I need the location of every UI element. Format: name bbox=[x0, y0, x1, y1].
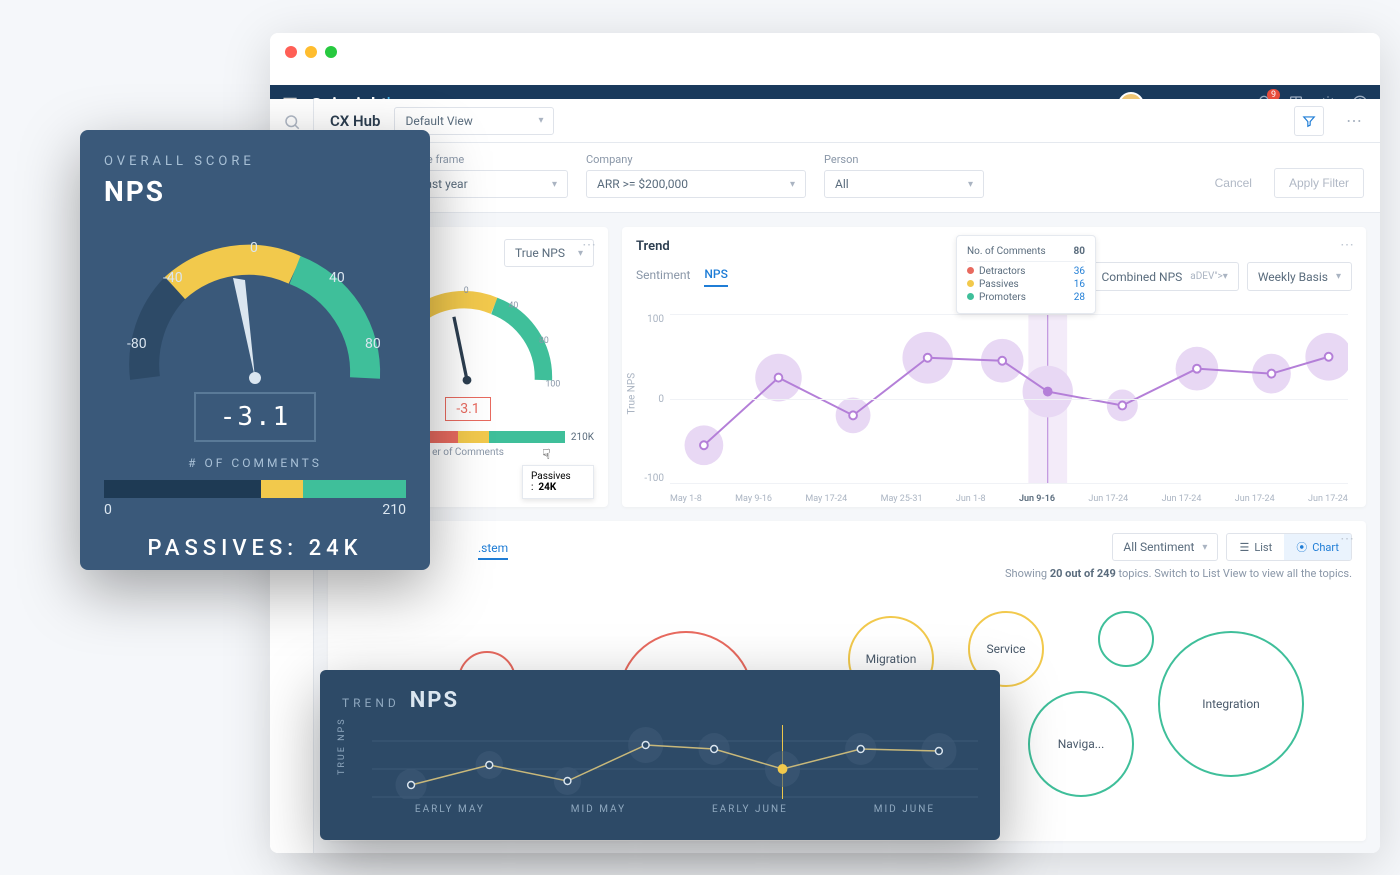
overlay-metric: NPS bbox=[104, 175, 406, 208]
timeframe-select[interactable]: Last year▾ bbox=[408, 170, 568, 198]
basis-select[interactable]: Weekly Basis▾ bbox=[1247, 262, 1352, 291]
overlay-gauge-value: -3.1 bbox=[194, 392, 317, 442]
chart-icon: ⦿ bbox=[1296, 539, 1307, 555]
bubble-naviga[interactable]: Naviga... bbox=[1028, 691, 1134, 797]
svg-text:40: 40 bbox=[508, 301, 518, 311]
passives-label: PASSIVES: 24K bbox=[104, 536, 406, 561]
topics-more-icon[interactable]: ⋯ bbox=[1340, 531, 1356, 547]
bubble-integration[interactable]: Integration bbox=[1158, 631, 1304, 777]
svg-text:80: 80 bbox=[539, 336, 549, 346]
svg-text:-40: -40 bbox=[163, 270, 183, 286]
svg-text:-80: -80 bbox=[127, 336, 147, 352]
cursor-icon: ☟ bbox=[542, 447, 551, 463]
overlay-title: OVERALL SCORE bbox=[104, 154, 406, 169]
gauge-tooltip: Passives : 24K bbox=[522, 465, 594, 499]
svg-text:80: 80 bbox=[365, 336, 381, 352]
min-dot[interactable] bbox=[305, 46, 317, 58]
gauge-value: -3.1 bbox=[445, 397, 490, 421]
label-timeframe: Time frame bbox=[408, 153, 568, 166]
page-title: CX Hub bbox=[330, 112, 380, 130]
topics-summary: Showing 20 out of 249 topics. Switch to … bbox=[342, 567, 1352, 580]
max-dot[interactable] bbox=[325, 46, 337, 58]
subheader: CX Hub Default View▾ ⋯ bbox=[314, 99, 1380, 143]
mini-trend-chart: TRUE NPS bbox=[342, 725, 978, 815]
card-more-icon[interactable]: ⋯ bbox=[582, 237, 598, 253]
traffic-lights bbox=[285, 46, 337, 58]
gauge-metric-select[interactable]: True NPS▾ bbox=[504, 239, 594, 267]
label-person: Person bbox=[824, 153, 984, 166]
trend-chart: True NPS 100 0 -100 bbox=[636, 314, 1352, 504]
trend-tooltip: No. of Comments80 Detractors36 Passives1… bbox=[956, 235, 1096, 314]
tab-sentiment[interactable]: Sentiment bbox=[636, 268, 690, 286]
label-company: Company bbox=[586, 153, 806, 166]
svg-text:100: 100 bbox=[546, 380, 561, 390]
topics-tab[interactable]: .stem bbox=[478, 541, 508, 560]
trend-more-icon[interactable]: ⋯ bbox=[1340, 237, 1356, 253]
svg-text:40: 40 bbox=[329, 270, 345, 286]
company-select[interactable]: ARR >= $200,000▾ bbox=[586, 170, 806, 198]
list-toggle[interactable]: ☰List bbox=[1227, 534, 1284, 560]
apply-filter-button[interactable]: Apply Filter bbox=[1274, 168, 1364, 198]
overlay-trend-card: TREND NPS TRUE NPS bbox=[320, 670, 1000, 840]
filter-bar: Source▾ Time frameLast year▾ CompanyARR … bbox=[314, 143, 1380, 213]
trend-card: ⋯ Trend Sentiment NPS NPS -10.7▾ Combine… bbox=[622, 227, 1366, 507]
filter-icon[interactable] bbox=[1294, 106, 1324, 136]
sentiment-select[interactable]: All Sentiment▾ bbox=[1112, 533, 1218, 561]
combined-select[interactable]: Combined NPS aDEV">▾ bbox=[1090, 262, 1238, 291]
ot-title: TREND bbox=[342, 696, 400, 710]
list-icon: ☰ bbox=[1239, 541, 1249, 554]
overlay-sub: # OF COMMENTS bbox=[104, 456, 406, 470]
person-select[interactable]: All▾ bbox=[824, 170, 984, 198]
cancel-button[interactable]: Cancel bbox=[1201, 168, 1266, 198]
more-icon[interactable]: ⋯ bbox=[1346, 111, 1364, 130]
tab-nps[interactable]: NPS bbox=[704, 267, 727, 287]
bubble-anon-green[interactable] bbox=[1098, 611, 1154, 667]
overlay-bar bbox=[104, 480, 406, 498]
close-dot[interactable] bbox=[285, 46, 297, 58]
overlay-gauge-card: OVERALL SCORE NPS -80 -40 0 40 80 -3.1 #… bbox=[80, 130, 430, 570]
svg-text:0: 0 bbox=[464, 286, 469, 296]
view-toggle: ☰List ⦿Chart bbox=[1226, 533, 1352, 561]
ot-metric: NPS bbox=[410, 688, 459, 713]
svg-text:0: 0 bbox=[250, 240, 258, 256]
